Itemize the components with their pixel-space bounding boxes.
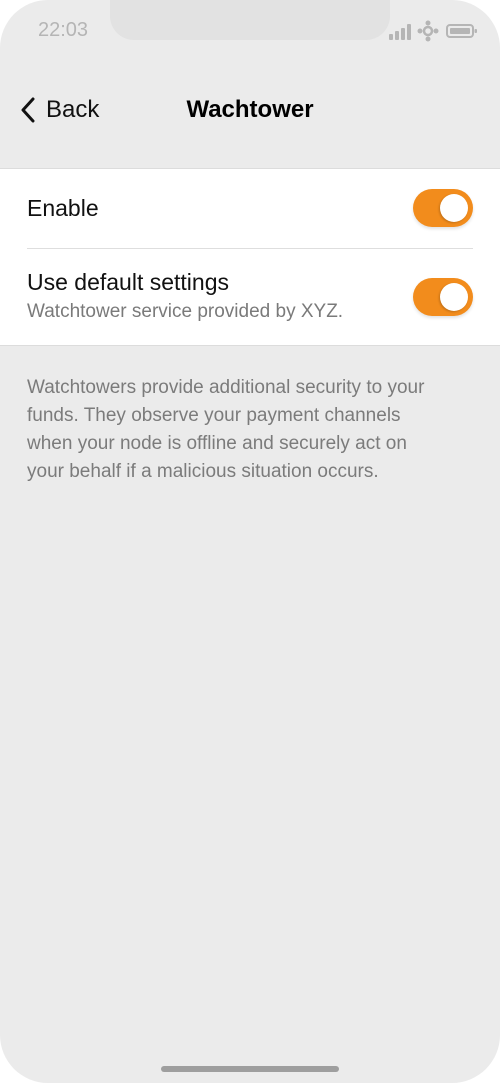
toggle-knob bbox=[440, 194, 468, 222]
watchtower-description: Watchtowers provide additional security … bbox=[27, 377, 425, 482]
signal-icon bbox=[389, 24, 411, 40]
network-icon bbox=[417, 20, 439, 42]
default-settings-sublabel: Watchtower service provided by XYZ. bbox=[27, 301, 344, 322]
status-icons bbox=[388, 20, 478, 42]
enable-label: Enable bbox=[27, 195, 99, 221]
phone-screen: 22:03 Back Wachtower Enable Use default … bbox=[0, 0, 500, 1083]
setting-row-enable: Enable bbox=[27, 169, 473, 249]
default-settings-label: Use default settings bbox=[27, 269, 230, 295]
navigation-bar: Back Wachtower bbox=[0, 40, 500, 168]
home-indicator bbox=[161, 1066, 339, 1072]
setting-row-default-settings: Use default settings Watchtower service … bbox=[27, 249, 473, 345]
enable-toggle[interactable] bbox=[413, 189, 473, 227]
status-time: 22:03 bbox=[38, 19, 89, 41]
default-settings-toggle[interactable] bbox=[413, 278, 473, 316]
battery-icon bbox=[446, 24, 477, 38]
toggle-knob bbox=[440, 283, 468, 311]
page-title: Wachtower bbox=[186, 96, 314, 123]
settings-card: Enable Use default settings Watchtower s… bbox=[0, 168, 500, 346]
device-notch bbox=[110, 0, 390, 40]
